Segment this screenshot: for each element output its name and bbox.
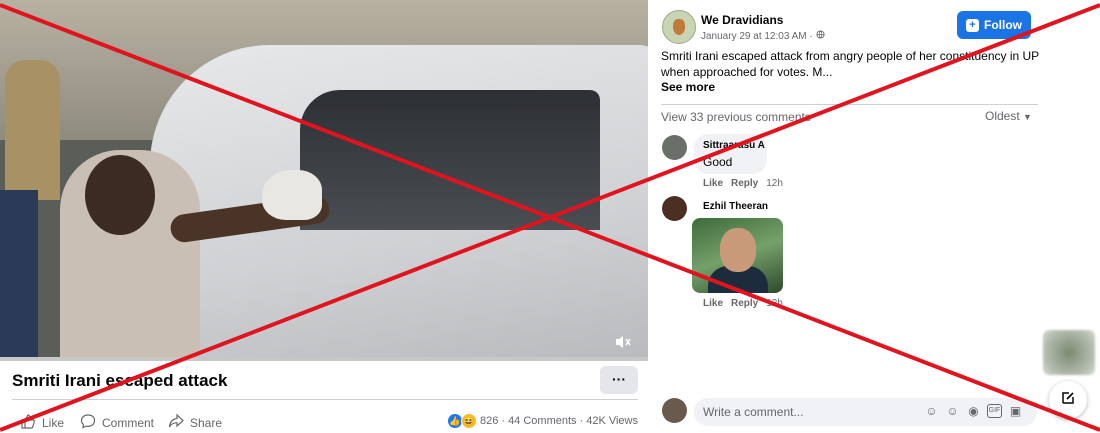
comment-button[interactable]: Comment: [80, 413, 154, 432]
view-previous-comments-link[interactable]: View 33 previous comments: [661, 110, 811, 124]
comment-count[interactable]: 44 Comments: [508, 415, 576, 427]
divider: [661, 104, 1038, 105]
commenter-avatar[interactable]: [662, 196, 687, 221]
globe-icon: [815, 30, 825, 42]
post-text: Smriti Irani escaped attack from angry p…: [661, 49, 1039, 79]
post-date[interactable]: January 29 at 12:03 AM ·: [701, 30, 825, 42]
new-message-button[interactable]: [1049, 381, 1087, 419]
like-reaction-icon: 👍: [448, 414, 463, 428]
video-title: Smriti Irani escaped attack: [12, 371, 228, 390]
video-car-window: [300, 90, 600, 230]
comment-actions: Like Reply 12h: [703, 298, 783, 309]
comment-input-placeholder: Write a comment...: [703, 405, 804, 419]
post-date-text: January 29 at 12:03 AM ·: [701, 31, 813, 42]
post-stats: 👍 😆 826 · 44 Comments · 42K Views: [448, 413, 638, 429]
stats-separator: ·: [579, 415, 584, 427]
like-icon: [20, 413, 36, 432]
gif-icon[interactable]: GIF: [987, 404, 1002, 418]
comment-label: Comment: [102, 415, 155, 430]
emoji-icon[interactable]: ☺: [945, 404, 960, 419]
view-count: 42K Views: [586, 415, 638, 427]
camera-icon[interactable]: ◉: [966, 404, 981, 419]
comment-reply-link[interactable]: Reply: [731, 298, 758, 309]
page-name[interactable]: We Dravidians: [701, 13, 783, 27]
current-user-avatar: [662, 398, 687, 423]
comment-gif-image[interactable]: [692, 218, 783, 293]
comment-time[interactable]: 12h: [766, 298, 783, 309]
edit-icon: [1060, 390, 1076, 411]
video-car-mirror: [262, 170, 322, 220]
comment-sort-label: Oldest: [985, 109, 1020, 123]
composer-tools: ☺ ☺ ◉ GIF ▣: [924, 404, 1023, 419]
comment-time[interactable]: 12h: [766, 178, 783, 189]
page-avatar[interactable]: [662, 10, 696, 44]
video-person-head: [85, 155, 155, 235]
more-options-button[interactable]: ···: [600, 366, 638, 394]
comment-icon: [80, 413, 96, 432]
sticker-icon[interactable]: ▣: [1008, 404, 1023, 419]
share-button[interactable]: Share: [168, 413, 222, 432]
gif-figure-face: [720, 228, 756, 272]
follow-label: Follow: [984, 18, 1022, 32]
video-edge-figure: [0, 190, 38, 360]
follow-button[interactable]: + Follow: [957, 11, 1031, 39]
like-button[interactable]: Like: [20, 413, 64, 432]
comment-actions: Like Reply 12h: [703, 178, 783, 189]
follow-icon: +: [966, 18, 979, 32]
comment-like-link[interactable]: Like: [703, 298, 723, 309]
haha-reaction-icon: 😆: [461, 413, 478, 429]
video-figure: [5, 60, 60, 200]
like-label: Like: [42, 415, 65, 430]
reaction-count[interactable]: 826: [480, 415, 498, 427]
mute-icon[interactable]: [614, 334, 632, 355]
see-more-link[interactable]: See more: [661, 80, 715, 94]
comment-like-link[interactable]: Like: [703, 178, 723, 189]
video-progress-bar[interactable]: [0, 357, 648, 361]
commenter-avatar[interactable]: [662, 135, 687, 160]
comment-reply-link[interactable]: Reply: [731, 178, 758, 189]
avatar-sticker-icon[interactable]: ☺: [924, 404, 939, 419]
commenter-name[interactable]: Ezhil Theeran: [703, 201, 768, 212]
divider: [12, 399, 638, 400]
commenter-name[interactable]: Sittraarasu A: [703, 140, 765, 151]
share-label: Share: [190, 415, 223, 430]
share-icon: [168, 413, 184, 432]
stats-separator: ·: [501, 415, 506, 427]
video-player[interactable]: [0, 0, 648, 360]
comment-text: Good: [703, 155, 733, 169]
chevron-down-icon: ▼: [1023, 112, 1032, 122]
blurred-thumbnail: [1043, 330, 1095, 375]
comment-sort-dropdown[interactable]: Oldest ▼: [985, 109, 1032, 123]
